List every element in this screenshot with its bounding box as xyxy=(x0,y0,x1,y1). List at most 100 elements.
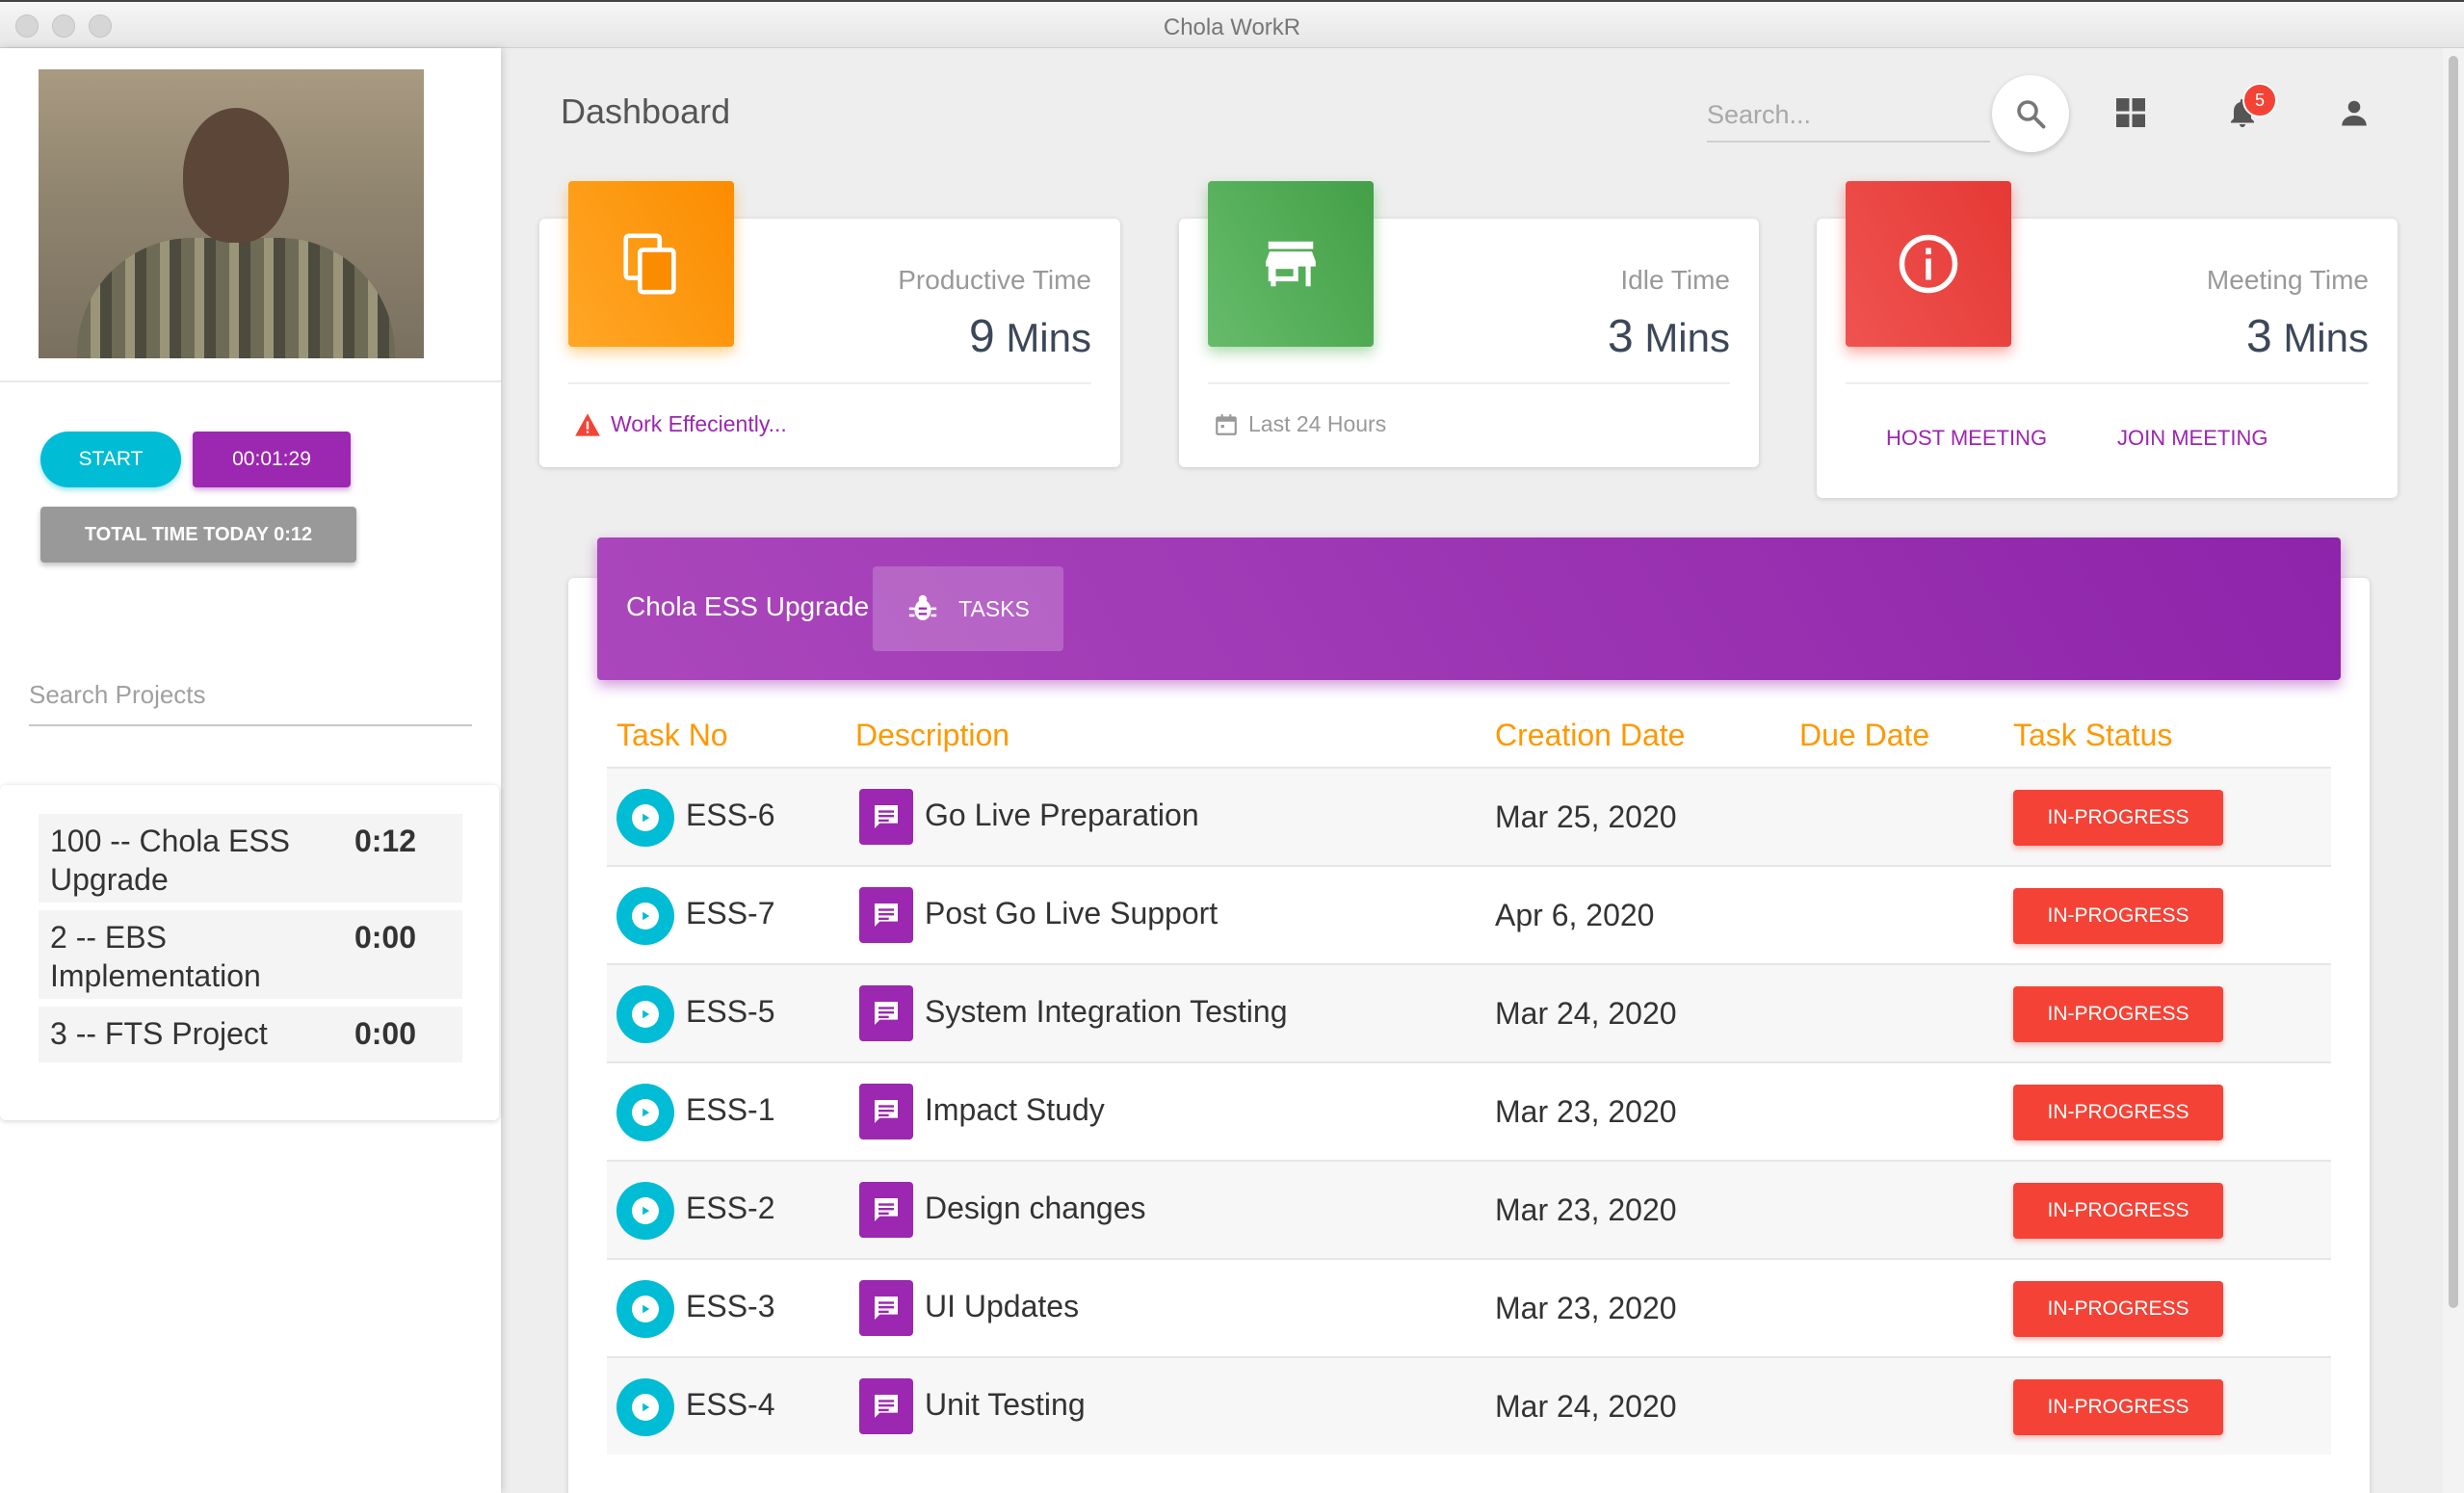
task-number: ESS-5 xyxy=(686,994,775,1029)
scrollbar-thumb[interactable] xyxy=(2449,56,2458,1308)
task-description: Go Live Preparation xyxy=(925,798,1199,832)
task-description: Post Go Live Support xyxy=(925,896,1219,930)
comment-icon[interactable] xyxy=(859,887,913,943)
project-item[interactable]: 3 -- FTS Project 0:00 xyxy=(39,1007,462,1062)
project-time: 0:12 xyxy=(354,824,416,858)
task-status-badge[interactable]: IN-PROGRESS xyxy=(2013,1379,2223,1435)
comment-icon[interactable] xyxy=(859,1378,913,1434)
productive-time-label: Productive Time xyxy=(898,265,1091,295)
vertical-scrollbar[interactable] xyxy=(2443,48,2464,1493)
productive-time-value: 9 Mins xyxy=(969,310,1091,363)
task-creation-date: Mar 24, 2020 xyxy=(1495,1389,1677,1424)
window-title: Chola WorkR xyxy=(1163,14,1301,40)
search-icon xyxy=(2017,100,2046,129)
task-creation-date: Mar 23, 2020 xyxy=(1495,1291,1677,1325)
play-task-icon[interactable] xyxy=(616,789,674,847)
calendar-icon xyxy=(1216,413,1237,435)
column-header-creation-date: Creation Date xyxy=(1495,718,1686,752)
table-row[interactable]: ESS-3 UI Updates Mar 23, 2020 IN-PROGRESS xyxy=(607,1258,2331,1356)
task-status-badge[interactable]: IN-PROGRESS xyxy=(2013,888,2223,944)
project-name: 100 -- Chola ESS Upgrade xyxy=(50,824,291,897)
play-task-icon[interactable] xyxy=(616,1280,674,1338)
search-button[interactable] xyxy=(1992,75,2069,152)
task-description: System Integration Testing xyxy=(925,994,1288,1029)
project-item[interactable]: 2 -- EBS Implementation 0:00 xyxy=(39,910,462,999)
info-icon xyxy=(1846,181,2011,347)
host-meeting-button[interactable]: HOST MEETING xyxy=(1886,426,2047,451)
page-title: Dashboard xyxy=(561,92,731,131)
productive-time-number: 9 xyxy=(968,311,995,362)
total-time-today[interactable]: TOTAL TIME TODAY 0:12 xyxy=(40,507,356,563)
table-row[interactable]: ESS-6 Go Live Preparation Mar 25, 2020 IN-P… xyxy=(607,767,2331,865)
task-number: ESS-6 xyxy=(686,798,775,832)
task-description: Unit Testing xyxy=(925,1387,1086,1422)
task-description: UI Updates xyxy=(925,1289,1080,1323)
table-row[interactable]: ESS-5 System Integration Testing Mar 24, 2… xyxy=(607,963,2331,1061)
search-input[interactable] xyxy=(1707,89,1990,141)
comment-icon[interactable] xyxy=(859,1084,913,1139)
timer-display[interactable]: 00:01:29 xyxy=(193,432,351,487)
play-task-icon[interactable] xyxy=(616,887,674,945)
task-creation-date: Mar 23, 2020 xyxy=(1495,1094,1677,1129)
dashboard-icon[interactable] xyxy=(2110,92,2152,134)
play-task-icon[interactable] xyxy=(616,985,674,1043)
task-status-badge[interactable]: IN-PROGRESS xyxy=(2013,790,2223,846)
user-account-icon[interactable] xyxy=(2333,92,2375,134)
task-number: ESS-1 xyxy=(686,1092,775,1127)
table-row[interactable]: ESS-4 Unit Testing Mar 24, 2020 IN-PROGRESS xyxy=(607,1356,2331,1454)
task-number: ESS-2 xyxy=(686,1191,775,1225)
window-titlebar: Chola WorkR xyxy=(0,0,2464,48)
join-meeting-button[interactable]: JOIN MEETING xyxy=(2117,426,2267,451)
task-creation-date: Mar 24, 2020 xyxy=(1495,996,1677,1031)
comment-icon[interactable] xyxy=(859,1182,913,1238)
tab-tasks[interactable]: TASKS xyxy=(873,566,1063,651)
tasks-header: Chola ESS Upgrade TASKS xyxy=(597,537,2341,680)
productive-footer: Work Effeciently... xyxy=(574,411,787,437)
task-status-badge[interactable]: IN-PROGRESS xyxy=(2013,1183,2223,1239)
project-time: 0:00 xyxy=(354,1016,416,1051)
search-projects-input[interactable] xyxy=(29,665,472,726)
meeting-time-value: 3 Mins xyxy=(2246,310,2369,363)
header-search xyxy=(1707,89,1990,143)
tab-tasks-label: TASKS xyxy=(958,595,1030,621)
project-item[interactable]: 100 -- Chola ESS Upgrade 0:12 xyxy=(39,814,462,903)
project-name: 3 -- FTS Project xyxy=(50,1016,268,1051)
comment-icon[interactable] xyxy=(859,789,913,845)
comment-icon[interactable] xyxy=(859,985,913,1041)
play-task-icon[interactable] xyxy=(616,1084,674,1141)
idle-footer: Last 24 Hours xyxy=(1214,411,1386,437)
column-header-task-status: Task Status xyxy=(2013,718,2173,752)
play-task-icon[interactable] xyxy=(616,1182,674,1240)
comment-icon[interactable] xyxy=(859,1280,913,1336)
task-status-badge[interactable]: IN-PROGRESS xyxy=(2013,1281,2223,1337)
task-status-badge[interactable]: IN-PROGRESS xyxy=(2013,986,2223,1042)
card-divider xyxy=(568,382,1091,384)
task-number: ESS-3 xyxy=(686,1289,775,1323)
play-task-icon[interactable] xyxy=(616,1378,674,1436)
idle-footer-text: Last 24 Hours xyxy=(1248,411,1387,436)
table-row[interactable]: ESS-7 Post Go Live Support Apr 6, 2020 IN-P… xyxy=(607,865,2331,963)
task-number: ESS-4 xyxy=(686,1387,775,1422)
task-status-badge[interactable]: IN-PROGRESS xyxy=(2013,1085,2223,1140)
sidebar-divider xyxy=(0,380,501,382)
idle-time-number: 3 xyxy=(1607,311,1634,362)
column-header-description: Description xyxy=(855,718,1010,752)
column-header-due-date: Due Date xyxy=(1799,718,1930,752)
task-creation-date: Mar 23, 2020 xyxy=(1495,1192,1677,1227)
meeting-time-number: 3 xyxy=(2245,311,2272,362)
table-row[interactable]: ESS-1 Impact Study Mar 23, 2020 IN-PROGRESS xyxy=(607,1061,2331,1160)
project-time: 0:00 xyxy=(354,920,416,955)
idle-time-unit: Mins xyxy=(1644,315,1730,360)
task-description: Design changes xyxy=(925,1191,1146,1225)
productive-footer-text: Work Effeciently... xyxy=(611,411,787,436)
webcam-preview xyxy=(39,69,424,358)
task-creation-date: Apr 6, 2020 xyxy=(1495,898,1655,932)
task-creation-date: Mar 25, 2020 xyxy=(1495,799,1677,834)
webcam-person-body xyxy=(77,238,395,358)
idle-time-label: Idle Time xyxy=(1620,265,1730,295)
notification-count-badge: 5 xyxy=(2242,83,2277,118)
project-list: 100 -- Chola ESS Upgrade 0:12 2 -- EBS I… xyxy=(0,785,499,1120)
start-button[interactable]: START xyxy=(40,432,181,487)
store-icon xyxy=(1208,181,1374,347)
table-row[interactable]: ESS-2 Design changes Mar 23, 2020 IN-PROGRE… xyxy=(607,1160,2331,1258)
